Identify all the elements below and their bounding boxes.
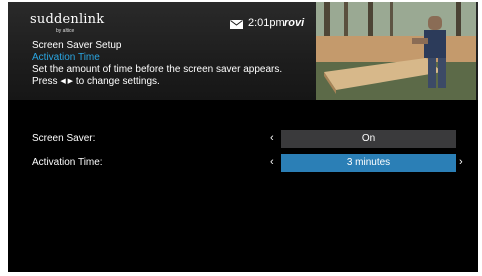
hint-text: Press ◀ ▶ to change settings. xyxy=(32,76,312,88)
chevron-left-icon[interactable]: ‹ xyxy=(270,132,274,144)
logo-subtext: by altice xyxy=(56,28,75,34)
suddenlink-logo: suddenlink by altice xyxy=(30,12,104,38)
activation-time-value[interactable]: 3 minutes xyxy=(281,154,456,172)
hint-suffix: to change settings. xyxy=(75,76,160,87)
left-right-arrows-icon: ◀ ▶ xyxy=(60,78,74,85)
envelope-icon xyxy=(230,20,243,29)
preview-image xyxy=(316,2,476,100)
header-panel: suddenlink by altice 2:01pm rovi Screen … xyxy=(8,2,478,100)
rovi-logo: rovi xyxy=(284,17,305,29)
logo-text: suddenlink xyxy=(30,12,105,27)
setting-label: Activation Time: xyxy=(32,157,103,168)
chevron-left-icon[interactable]: ‹ xyxy=(270,156,274,168)
page-title: Screen Saver Setup xyxy=(32,40,122,51)
setting-label: Screen Saver: xyxy=(32,133,96,144)
tv-screen: suddenlink by altice 2:01pm rovi Screen … xyxy=(8,2,478,272)
description-text: Set the amount of time before the screen… xyxy=(32,64,283,75)
setup-info: Screen Saver Setup Activation Time Set t… xyxy=(32,40,312,88)
setting-row-screen-saver[interactable]: Screen Saver: ‹ On xyxy=(8,130,478,148)
clock-time: 2:01pm xyxy=(248,17,285,29)
page-subtitle: Activation Time xyxy=(32,52,100,63)
live-tv-preview xyxy=(316,2,476,100)
hint-prefix: Press xyxy=(32,76,58,87)
screen-saver-value[interactable]: On xyxy=(281,130,456,148)
chevron-right-icon[interactable]: › xyxy=(459,156,463,168)
setting-row-activation-time[interactable]: Activation Time: ‹ 3 minutes › xyxy=(8,154,478,172)
